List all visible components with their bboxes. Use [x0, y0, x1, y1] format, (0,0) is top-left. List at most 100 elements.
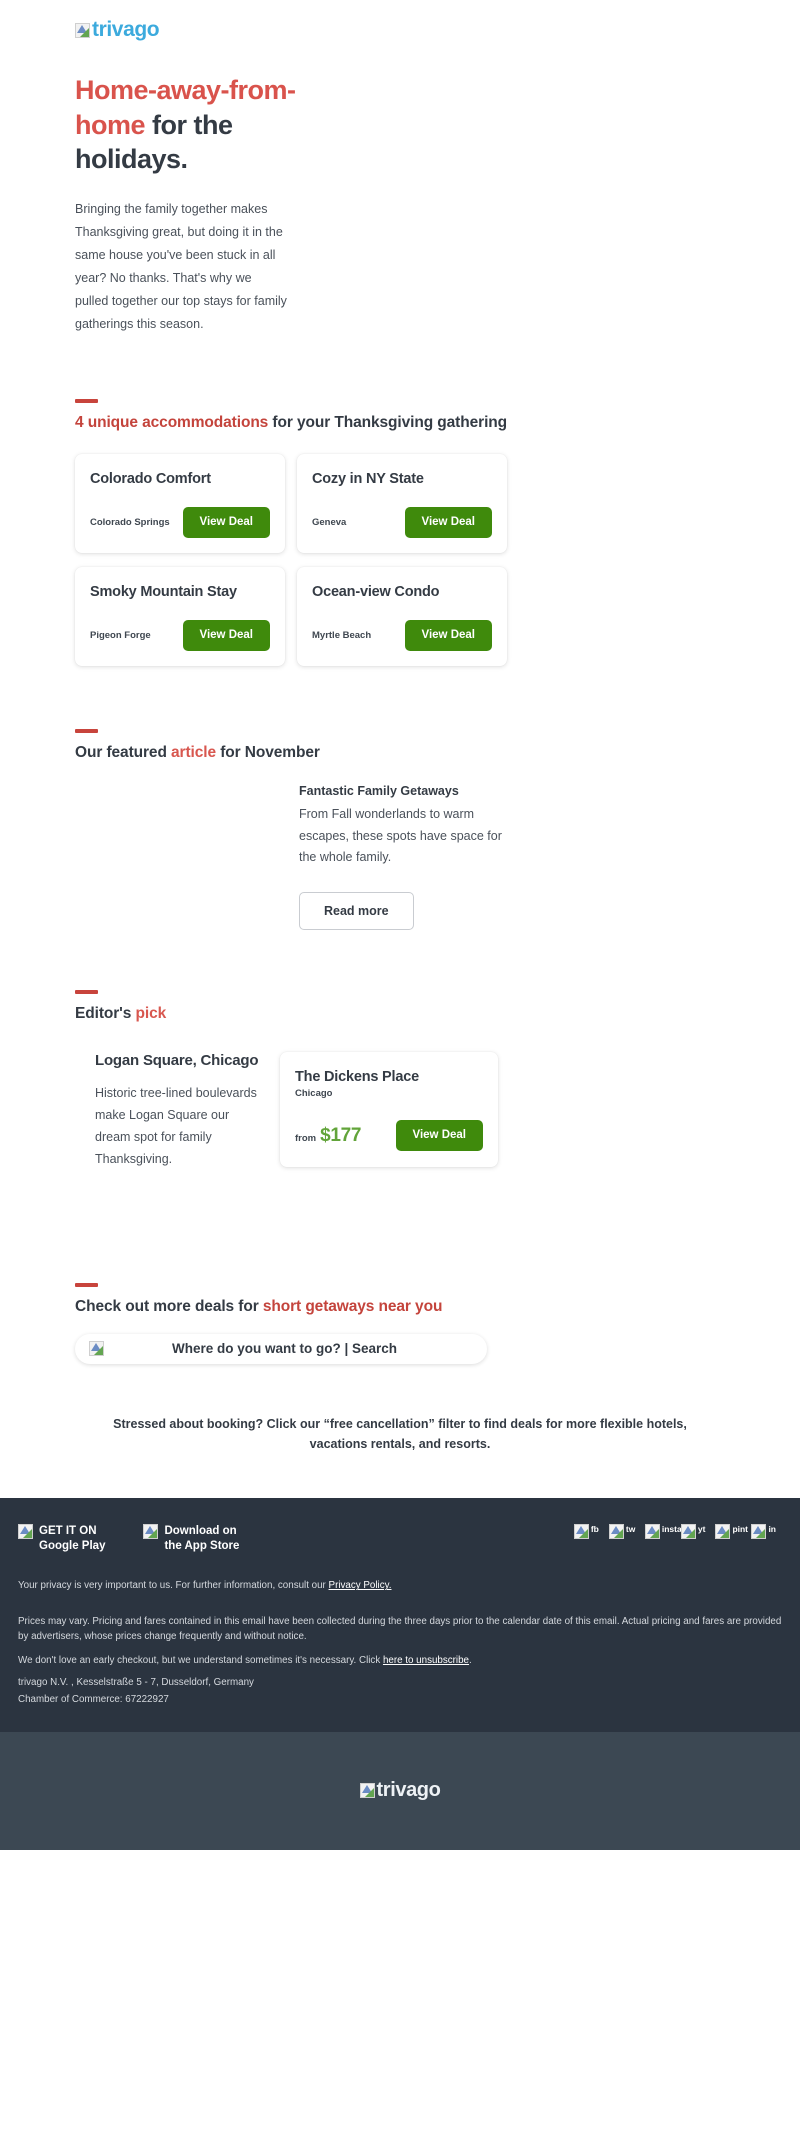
article-heading: Our featured article for November — [75, 744, 725, 762]
broken-image-icon — [680, 1524, 696, 1540]
social-label: insta — [661, 1524, 682, 1535]
article-description: From Fall wonderlands to warm escapes, t… — [299, 806, 502, 865]
app-store-badge[interactable]: Download on the App Store — [143, 1524, 239, 1553]
article-image-placeholder — [75, 784, 299, 931]
deal-card-row: Pigeon Forge View Deal — [90, 620, 270, 651]
privacy-policy-link[interactable]: Privacy Policy. — [329, 1580, 392, 1591]
social-link-linkedin[interactable]: in — [751, 1524, 776, 1540]
deal-card-row: Colorado Springs View Deal — [90, 507, 270, 539]
company-address: trivago N.V. , Kesselstraße 5 - 7, Dusse… — [18, 1677, 254, 1689]
editor-heading-highlight: pick — [135, 1005, 167, 1023]
social-label: in — [768, 1524, 776, 1535]
app-store-line1: Download on — [164, 1525, 237, 1538]
header-logo[interactable]: trivago — [0, 0, 800, 42]
chamber-of-commerce: Chamber of Commerce: 67222927 — [18, 1694, 169, 1706]
deal-card[interactable]: Ocean-view Condo Myrtle Beach View Deal — [297, 567, 507, 666]
social-label: fb — [590, 1524, 599, 1535]
cancellation-note: Stressed about booking? Click our “free … — [113, 1416, 687, 1452]
hero-title: Home-away-from-home for the holidays. — [75, 73, 315, 177]
editor-place-description: Historic tree-lined boulevards make Loga… — [95, 1086, 257, 1166]
broken-image-icon — [18, 1524, 33, 1540]
deal-card-title: Cozy in NY State — [312, 471, 424, 488]
accommodations-heading: 4 unique accommodations for your Thanksg… — [75, 414, 725, 432]
unsubscribe-text: We don't love an early checkout, but we … — [18, 1655, 383, 1666]
deal-card-title: Smoky Mountain Stay — [90, 584, 237, 601]
accent-bar — [75, 990, 98, 995]
email-page: trivago Home-away-from-home for the holi… — [0, 0, 800, 1850]
unsubscribe-link[interactable]: here to unsubscribe — [383, 1655, 469, 1666]
legal-block: Prices may vary. Pricing and fares conta… — [18, 1614, 782, 1708]
broken-image-icon — [75, 22, 90, 38]
brand-logo-text: trivago — [92, 18, 160, 41]
deal-card-row: Geneva View Deal — [312, 507, 492, 539]
footer-badges-row: GET IT ON Google Play Download on the App … — [18, 1524, 782, 1553]
deal-card[interactable]: Smoky Mountain Stay Pigeon Forge View De… — [75, 567, 285, 666]
view-deal-button[interactable]: View Deal — [182, 620, 270, 651]
broken-image-icon — [715, 1524, 731, 1540]
broken-image-icon — [573, 1524, 589, 1540]
article-body: Fantastic Family Getaways From Fall wond… — [75, 784, 725, 931]
search-bar[interactable]: Where do you want to go? | Search — [75, 1333, 487, 1364]
deal-card-title: Ocean-view Condo — [312, 584, 440, 601]
deal-card-location: Geneva — [312, 517, 347, 529]
pick-card-row: from $177 View Deal — [295, 1120, 483, 1151]
footer-bottom-bar: trivago — [0, 1731, 800, 1850]
accent-bar — [75, 728, 98, 733]
view-deal-button[interactable]: View Deal — [404, 507, 492, 539]
legal-pricing: Prices may vary. Pricing and fares conta… — [18, 1615, 782, 1642]
deal-card[interactable]: Cozy in NY State Geneva View Deal — [297, 454, 507, 554]
pick-card-title: The Dickens Place — [295, 1069, 419, 1086]
editor-body: Logan Square, Chicago Historic tree-line… — [75, 1052, 725, 1171]
social-link-youtube[interactable]: yt — [680, 1524, 706, 1540]
social-link-instagram[interactable]: insta — [644, 1524, 682, 1540]
social-link-twitter[interactable]: tw — [608, 1524, 636, 1540]
accent-bar — [75, 399, 98, 404]
editor-place-title: Logan Square, Chicago — [95, 1052, 259, 1070]
unsubscribe-period: . — [469, 1655, 472, 1666]
privacy-text: Your privacy is very important to us. Fo… — [18, 1580, 329, 1592]
editor-pick-card[interactable]: The Dickens Place Chicago from $177 View… — [280, 1052, 498, 1167]
footer: GET IT ON Google Play Download on the App … — [0, 1498, 800, 1732]
app-store-line2: the App Store — [164, 1539, 240, 1552]
search-bar-label: Where do you want to go? | Search — [171, 1341, 398, 1357]
article-title: Fantastic Family Getaways — [299, 783, 459, 798]
search-heading-pre: Check out more deals for — [75, 1297, 263, 1315]
article-heading-highlight: article — [171, 743, 216, 761]
google-play-badge[interactable]: GET IT ON Google Play — [18, 1524, 105, 1553]
footer-logo-text: trivago — [376, 1779, 441, 1802]
broken-image-icon — [608, 1524, 624, 1540]
deal-card-row: Myrtle Beach View Deal — [312, 620, 492, 651]
broken-image-icon — [89, 1341, 104, 1357]
social-label: tw — [625, 1524, 636, 1535]
legal-unsubscribe: We don't love an early checkout, but we … — [18, 1653, 782, 1668]
social-label: yt — [697, 1524, 706, 1535]
editor-heading-pre: Editor's — [75, 1005, 136, 1023]
accommodations-heading-rest: for your Thanksgiving gathering — [268, 414, 508, 432]
price-block: from $177 — [295, 1124, 362, 1147]
hero-section: Home-away-from-home for the holidays. Br… — [0, 42, 800, 336]
read-more-button[interactable]: Read more — [299, 892, 414, 931]
footer-logo[interactable]: trivago — [359, 1779, 441, 1802]
search-heading-highlight: short getaways near you — [262, 1297, 443, 1315]
broken-image-icon — [751, 1524, 767, 1540]
social-links-row: fb tw insta yt pint in — [573, 1524, 782, 1540]
deal-cards-grid: Colorado Comfort Colorado Springs View D… — [75, 454, 725, 666]
accommodations-section: 4 unique accommodations for your Thanksg… — [0, 336, 800, 666]
broken-image-icon — [359, 1783, 375, 1799]
editor-pick-section: Editor's pick Logan Square, Chicago Hist… — [0, 930, 800, 1171]
editor-text-column: Logan Square, Chicago Historic tree-line… — [75, 1052, 280, 1171]
social-link-pinterest[interactable]: pint — [715, 1524, 748, 1540]
price-prefix: from — [295, 1132, 317, 1144]
social-link-facebook[interactable]: fb — [573, 1524, 599, 1540]
view-deal-button[interactable]: View Deal — [395, 1120, 483, 1151]
article-heading-pre: Our featured — [75, 743, 172, 761]
price-value: $177 — [320, 1124, 362, 1146]
view-deal-button[interactable]: View Deal — [182, 507, 270, 539]
search-section: Check out more deals for short getaways … — [0, 1171, 800, 1364]
search-heading: Check out more deals for short getaways … — [75, 1298, 725, 1316]
accommodations-heading-highlight: 4 unique accommodations — [75, 414, 269, 432]
editor-heading: Editor's pick — [75, 1005, 725, 1023]
deal-card[interactable]: Colorado Comfort Colorado Springs View D… — [75, 454, 285, 554]
pick-card-city: Chicago — [295, 1088, 333, 1100]
view-deal-button[interactable]: View Deal — [404, 620, 492, 651]
